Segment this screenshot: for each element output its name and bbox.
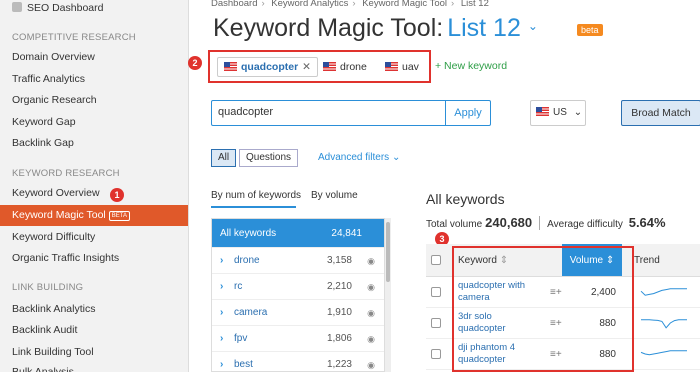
trend-sparkline [640, 288, 687, 296]
annotation-marker-2: 2 [188, 56, 202, 70]
chevron-right-icon[interactable]: › [220, 274, 223, 300]
tab-drone[interactable]: drone [317, 57, 373, 77]
us-flag-icon [224, 62, 237, 71]
eye-icon[interactable]: ◉ [367, 300, 375, 326]
table-header-checkbox-cell [426, 244, 446, 277]
chevron-right-icon[interactable]: › [220, 248, 223, 274]
tab-uav[interactable]: uav [379, 57, 425, 77]
trend-sparkline [640, 350, 687, 356]
eye-icon[interactable]: ◉ [367, 274, 375, 300]
row-checkbox[interactable] [431, 318, 441, 328]
us-flag-icon [323, 62, 336, 71]
list-item[interactable]: › best 1,223 ◉ [212, 352, 384, 371]
trend-line [640, 350, 687, 356]
database-select[interactable]: US ⌄ [530, 100, 586, 126]
results-heading: All keywords [426, 191, 505, 207]
breadcrumb-current: List 12 [460, 0, 489, 9]
chevron-right-icon[interactable]: › [220, 326, 223, 352]
annotation-marker-1: 1 [110, 188, 124, 202]
sidebar: SEO Dashboard COMPETITIVE RESEARCH Domai… [0, 0, 189, 372]
trend-line [640, 288, 687, 296]
new-keyword-button[interactable]: + New keyword [435, 60, 507, 72]
beta-tag: BETA [108, 211, 131, 221]
group-row-all-keywords[interactable]: All keywords 24,841 [212, 219, 384, 248]
chevron-down-icon: ⌄ [573, 107, 583, 118]
sidebar-item-seo-dashboard[interactable]: SEO Dashboard [0, 0, 188, 19]
filter-all-button[interactable]: All [211, 149, 237, 167]
eye-icon[interactable]: ◉ [367, 352, 375, 371]
eye-icon[interactable]: ◉ [367, 326, 375, 352]
sidebar-item-backlink-analytics[interactable]: Backlink Analytics [0, 299, 188, 320]
sidebar-item-backlink-audit[interactable]: Backlink Audit [0, 320, 188, 341]
tab-by-volume[interactable]: By volume [311, 190, 358, 201]
sidebar-item-backlink-gap[interactable]: Backlink Gap [0, 133, 188, 154]
sidebar-section-title: KEYWORD RESEARCH [12, 168, 120, 179]
sidebar-item-domain-overview[interactable]: Domain Overview [0, 47, 188, 68]
results-totals: Total volume 240,680 Average difficulty 5.… [426, 215, 666, 230]
list-item[interactable]: › drone 3,158 ◉ [212, 248, 384, 274]
search-bar: Apply [211, 100, 491, 126]
row-checkbox[interactable] [431, 287, 441, 297]
sidebar-item-keyword-magic-tool[interactable]: Keyword Magic Tool BETA [0, 205, 188, 226]
sidebar-item-link-building-tool[interactable]: Link Building Tool [0, 342, 188, 363]
sidebar-item-traffic-analytics[interactable]: Traffic Analytics [0, 69, 188, 90]
search-input[interactable] [218, 106, 458, 118]
keyword-groups-list: All keywords 24,841 › drone 3,158 ◉ › rc 2,210… [211, 218, 385, 372]
page-title: Keyword Magic Tool: List 12 ⌄ [213, 14, 538, 42]
active-tab-indicator [211, 206, 296, 208]
row-checkbox[interactable] [431, 349, 441, 359]
advanced-filters-link[interactable]: Advanced filters ⌄ [318, 152, 400, 163]
dashboard-icon [12, 2, 22, 12]
avg-difficulty-value: 5.64% [628, 215, 666, 230]
sidebar-item-bulk-analysis[interactable]: Bulk Analysis [0, 362, 188, 372]
trend-sparkline [641, 319, 687, 329]
sidebar-item-organic-research[interactable]: Organic Research [0, 90, 188, 111]
trend-line [641, 319, 687, 329]
select-all-checkbox[interactable] [431, 255, 441, 265]
apply-button[interactable]: Apply [445, 100, 491, 126]
sidebar-section-title: LINK BUILDING [12, 282, 84, 293]
close-icon[interactable]: ✕ [302, 61, 311, 73]
chevron-down-icon: ⌄ [391, 152, 401, 163]
list-item[interactable]: › rc 2,210 ◉ [212, 274, 384, 300]
breadcrumb-item[interactable]: Keyword Magic Tool [362, 0, 447, 9]
chevron-down-icon[interactable]: ⌄ [528, 19, 538, 33]
list-item[interactable]: › camera 1,910 ◉ [212, 300, 384, 326]
sidebar-item-organic-traffic-insights[interactable]: Organic Traffic Insights [0, 248, 188, 269]
eye-icon[interactable]: ◉ [367, 248, 375, 274]
sidebar-item-keyword-difficulty[interactable]: Keyword Difficulty [0, 227, 188, 248]
sidebar-section-title: COMPETITIVE RESEARCH [12, 32, 136, 43]
filter-questions-button[interactable]: Questions [239, 149, 299, 167]
us-flag-icon [385, 62, 398, 71]
broad-match-button[interactable]: Broad Match [621, 100, 700, 126]
sidebar-item-keyword-overview[interactable]: Keyword Overview [0, 183, 188, 204]
sidebar-item-keyword-gap[interactable]: Keyword Gap [0, 112, 188, 133]
groups-scrollbar[interactable] [385, 218, 391, 372]
list-item[interactable]: › fpv 1,806 ◉ [212, 326, 384, 352]
us-flag-icon [536, 107, 549, 116]
tab-quadcopter[interactable]: quadcopter ✕ [217, 57, 318, 77]
chevron-right-icon[interactable]: › [220, 352, 223, 371]
breadcrumb: Dashboard › Keyword Analytics › Keyword Ma… [211, 0, 489, 9]
list-selector[interactable]: List 12 [447, 14, 521, 42]
chevron-right-icon[interactable]: › [220, 300, 223, 326]
beta-badge: beta [577, 24, 603, 36]
tab-by-num-keywords[interactable]: By num of keywords [211, 190, 301, 201]
breadcrumb-item[interactable]: Keyword Analytics [271, 0, 348, 9]
breadcrumb-item[interactable]: Dashboard [211, 0, 257, 9]
keyword-volume-highlight [452, 246, 634, 372]
total-volume-value: 240,680 [485, 215, 533, 230]
